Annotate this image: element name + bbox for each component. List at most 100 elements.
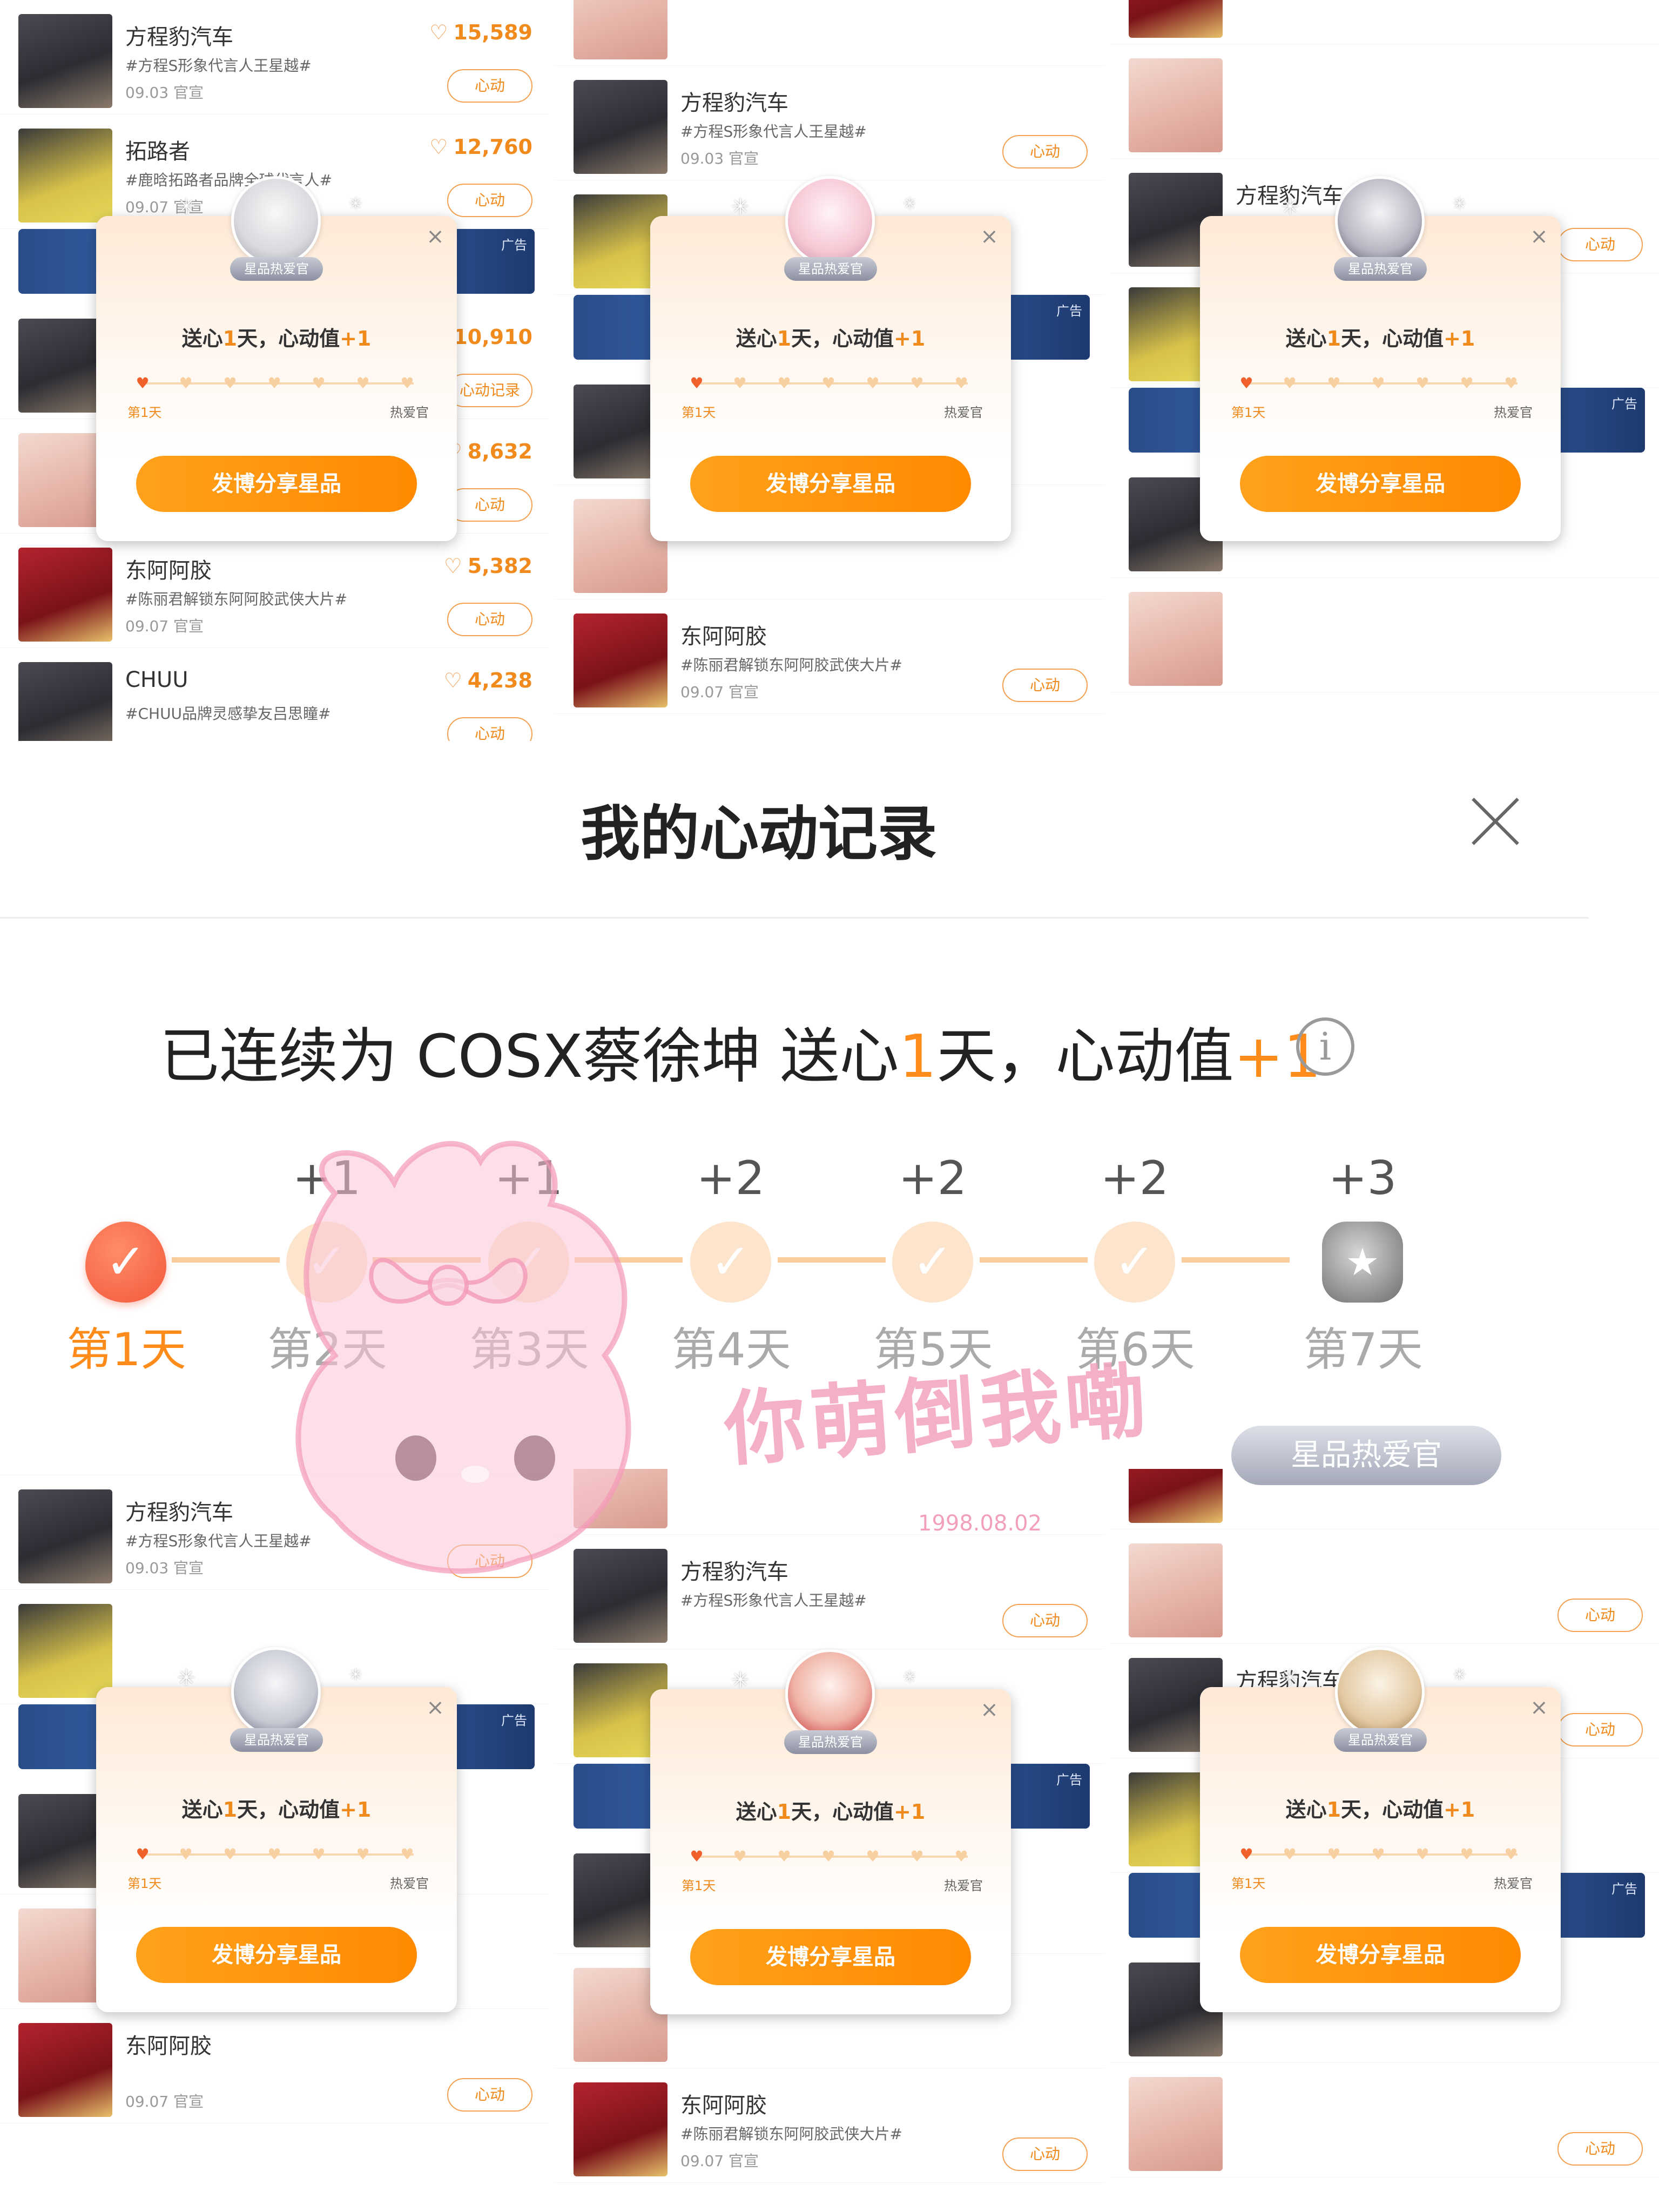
heart-icon: ♥: [1371, 374, 1385, 392]
heart-button[interactable]: 心动: [447, 717, 532, 741]
heart-icon: ♥: [136, 1845, 150, 1863]
heart-count: ♡8,632: [444, 440, 532, 463]
day1-label: 第1天: [682, 405, 716, 420]
sparkle-icon: ✳: [903, 194, 917, 213]
fan-badge-icon: ★: [1322, 1222, 1403, 1303]
hashtag[interactable]: #方程S形象代言人王星越#: [125, 1529, 312, 1551]
close-icon[interactable]: ×: [979, 226, 1000, 248]
hashtag[interactable]: #方程S形象代言人王星越#: [680, 1589, 867, 1610]
heart-button[interactable]: 心动: [447, 184, 532, 217]
list-item[interactable]: 东阿阿胶 09.07 官宣 心动: [0, 2009, 549, 2123]
list-item[interactable]: 方程豹汽车 #方程S形象代言人王星越# 09.03 官宣 ♡ 15,589 心动: [0, 0, 549, 114]
heart-button[interactable]: 心动: [1557, 228, 1643, 261]
share-button[interactable]: 发博分享星品: [1240, 1927, 1521, 1983]
heart-record-button[interactable]: 心动记录: [447, 374, 532, 407]
list-item[interactable]: [555, 0, 1104, 66]
avatar: [785, 1649, 875, 1739]
hashtag[interactable]: #方程S形象代言人王星越#: [680, 120, 867, 141]
heart-button[interactable]: 心动: [1002, 669, 1088, 702]
close-icon[interactable]: ×: [424, 226, 446, 248]
heart-button[interactable]: 心动: [1002, 2137, 1088, 2171]
list-item[interactable]: [1110, 578, 1659, 692]
hashtag[interactable]: #陈丽君解锁东阿阿胶武侠大片#: [680, 653, 902, 675]
day7-label: 热爱官: [390, 1876, 429, 1891]
list-item[interactable]: 方程豹汽车 #方程S形象代言人王星越# 心动: [555, 1535, 1104, 1649]
heart-outline-icon: ♡: [429, 135, 448, 159]
list-item[interactable]: 心动: [1110, 2063, 1659, 2177]
date: 09.07 官宣: [680, 2152, 759, 2170]
heart-button[interactable]: 心动: [447, 2078, 532, 2112]
day-label: 第1天: [66, 1323, 186, 1376]
list-item[interactable]: 方程豹汽车 #方程S形象代言人王星越# 09.03 官宣 心动: [0, 1475, 549, 1590]
heart-count: ♡ 15,589: [429, 21, 532, 44]
close-icon[interactable]: ×: [424, 1697, 446, 1719]
heart-button[interactable]: 心动: [1557, 2132, 1643, 2166]
day-bonus: +1: [494, 1151, 563, 1205]
list-item[interactable]: 东阿阿胶 #陈丽君解锁东阿阿胶武侠大片# 09.07 官宣 心动: [555, 2068, 1104, 2183]
thumbnail: [1129, 592, 1223, 686]
heart-icon: ♥: [777, 1847, 791, 1865]
list-item[interactable]: 东阿阿胶 #陈丽君解锁东阿阿胶武侠大片# 09.07 官宣 心动: [555, 599, 1104, 714]
brand-name: CHUU: [125, 667, 188, 692]
info-icon[interactable]: i: [1296, 1017, 1354, 1076]
heart-icon: ♥: [910, 1847, 924, 1865]
close-icon[interactable]: ×: [979, 1699, 1000, 1722]
heart-button[interactable]: 心动: [447, 69, 532, 103]
hashtag[interactable]: #CHUU品牌灵感挚友吕思瞳#: [125, 702, 331, 724]
day7-label: 热爱官: [944, 1878, 983, 1893]
track-segment: [1182, 1257, 1290, 1263]
avatar: [1335, 176, 1425, 266]
track-segment: [778, 1257, 886, 1263]
hashtag[interactable]: #方程S形象代言人王星越#: [125, 54, 312, 76]
ad-label: 广告: [1056, 1772, 1082, 1788]
brand-name: 方程豹汽车: [125, 25, 233, 50]
heart-count: ♡ 12,760: [429, 135, 532, 159]
close-icon[interactable]: ×: [1528, 1697, 1550, 1719]
list-item[interactable]: [1110, 44, 1659, 159]
list-item[interactable]: 心动: [1110, 1529, 1659, 1644]
share-button[interactable]: 发博分享星品: [136, 456, 417, 512]
heart-icon: ♥: [1504, 374, 1518, 392]
list-item[interactable]: [1110, 0, 1659, 44]
day1-label: 第1天: [1231, 1876, 1266, 1891]
day-label: 第2天: [267, 1323, 387, 1376]
sparkle-icon: ✳: [731, 1668, 750, 1692]
heart-button[interactable]: 心动: [447, 488, 532, 522]
avatar: [785, 176, 875, 266]
heart-icon: ♥: [223, 1845, 237, 1863]
list-item[interactable]: 东阿阿胶 #陈丽君解锁东阿阿胶武侠大片# 09.07 官宣 ♡ 5,382 心动: [0, 534, 549, 648]
sticker-date: 1998.08.02: [918, 1511, 1042, 1536]
heart-button[interactable]: 心动: [1557, 1713, 1643, 1746]
thumbnail: [574, 1469, 667, 1528]
heart-button[interactable]: 心动: [1002, 135, 1088, 168]
day-bonus: +3: [1328, 1151, 1397, 1205]
heart-icon: ♥: [821, 374, 835, 392]
share-button[interactable]: 发博分享星品: [1240, 456, 1521, 512]
heart-icon: ♥: [136, 374, 150, 392]
heart-button[interactable]: 心动: [1002, 1604, 1088, 1637]
heart-button[interactable]: 心动: [447, 603, 532, 636]
heart-button[interactable]: 心动: [1557, 1599, 1643, 1632]
close-icon[interactable]: [1467, 793, 1523, 849]
progress-track: ♥ ♥ ♥ ♥ ♥ ♥ ♥: [134, 1845, 419, 1864]
share-button[interactable]: 发博分享星品: [690, 456, 971, 512]
heart-button[interactable]: 心动: [447, 1545, 532, 1578]
hashtag[interactable]: #陈丽君解锁东阿阿胶武侠大片#: [125, 588, 347, 609]
thumbnail: [574, 613, 667, 707]
heart-icon: ♥: [690, 374, 704, 392]
list-item[interactable]: [0, 1469, 549, 1475]
list-item[interactable]: 方程豹汽车 #方程S形象代言人王星越# 09.03 官宣 心动: [555, 66, 1104, 180]
day-bonus: +2: [898, 1151, 967, 1205]
fan-badge: 星品热爱官: [784, 1730, 877, 1754]
day1-label: 第1天: [127, 405, 162, 420]
hashtag[interactable]: #陈丽君解锁东阿阿胶武侠大片#: [680, 2122, 902, 2144]
sparkle-icon: ✳: [177, 194, 195, 219]
share-button[interactable]: 发博分享星品: [136, 1927, 417, 1983]
share-button[interactable]: 发博分享星品: [690, 1929, 971, 1985]
heart-icon: ♥: [1415, 1845, 1429, 1863]
day3-heart-icon: ✓: [488, 1222, 569, 1303]
close-icon[interactable]: ×: [1528, 226, 1550, 248]
day2-heart-icon: ✓: [286, 1222, 367, 1303]
list-item[interactable]: CHUU #CHUU品牌灵感挚友吕思瞳# ♡ 4,238 心动: [0, 648, 549, 741]
heart-icon: ♥: [733, 374, 747, 392]
